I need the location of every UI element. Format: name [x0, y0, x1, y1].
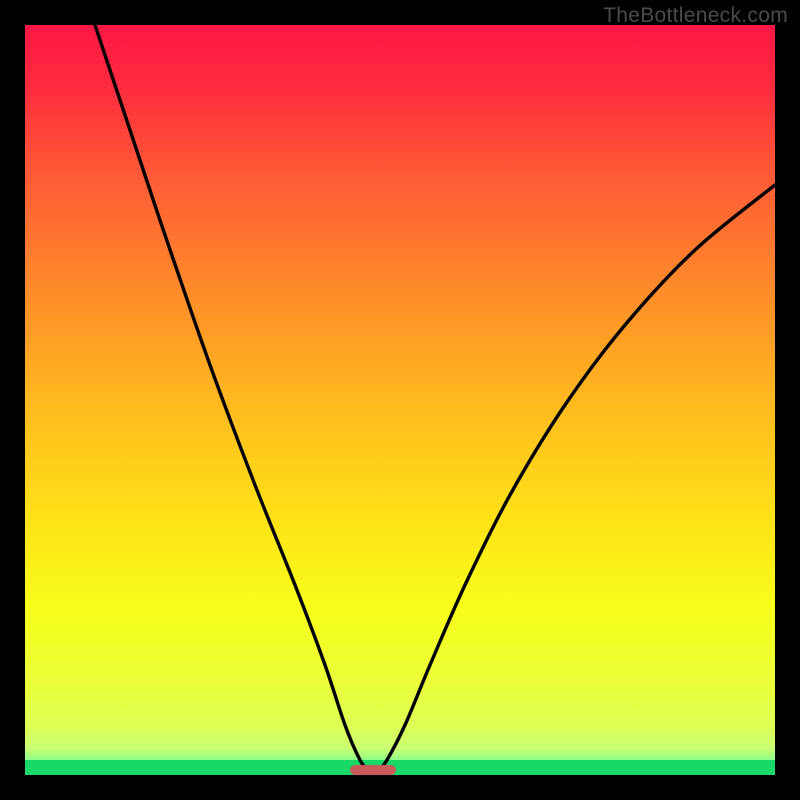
bottleneck-marker — [350, 765, 396, 775]
green-baseline-band — [25, 760, 775, 775]
plot-area — [25, 25, 775, 775]
gradient-background — [25, 25, 775, 775]
plot-svg — [25, 25, 775, 775]
watermark-text: TheBottleneck.com — [603, 4, 788, 28]
outer-frame: TheBottleneck.com — [0, 0, 800, 800]
